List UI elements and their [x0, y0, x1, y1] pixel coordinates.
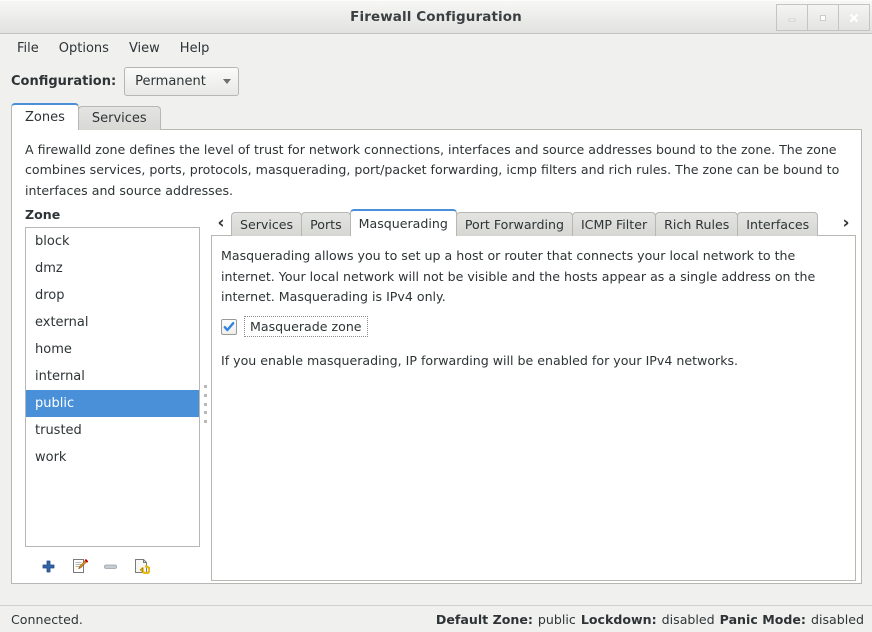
zone-item-trusted[interactable]: trusted: [26, 417, 199, 444]
zone-item-home[interactable]: home: [26, 336, 199, 363]
minimize-button[interactable]: [776, 4, 808, 31]
configuration-select[interactable]: Permanent: [124, 67, 239, 96]
tab-label: Masquerading: [359, 216, 448, 231]
zone-list-header: Zone: [25, 207, 200, 227]
tab-label: Rich Rules: [664, 217, 729, 232]
zone-item-drop[interactable]: drop: [26, 282, 199, 309]
menu-options[interactable]: Options: [50, 38, 118, 59]
zone-item-block[interactable]: block: [26, 228, 199, 255]
lockdown-value: disabled: [662, 612, 715, 627]
zone-item-work[interactable]: work: [26, 444, 199, 471]
tab-rich-rules[interactable]: Rich Rules: [655, 212, 738, 236]
zone-detail-pane: ‹ Services Ports Masquerading Port Forwa…: [211, 207, 856, 581]
menu-file[interactable]: File: [8, 38, 48, 59]
zone-list[interactable]: block dmz drop external home internal pu…: [25, 227, 200, 547]
zone-item-label: block: [35, 234, 70, 249]
status-summary: Default Zone: public Lockdown: disabled …: [436, 612, 864, 627]
zone-item-label: trusted: [35, 423, 82, 438]
tab-interfaces[interactable]: Interfaces: [737, 212, 818, 236]
configuration-row: Configuration: Permanent: [0, 62, 872, 100]
add-zone-button[interactable]: [39, 557, 58, 576]
connection-status: Connected.: [11, 612, 83, 627]
main-tabstrip: Zones Services: [11, 103, 862, 130]
edit-zone-button[interactable]: [70, 557, 89, 576]
zone-item-internal[interactable]: internal: [26, 363, 199, 390]
zones-split-pane: Zone block dmz drop external home intern…: [12, 207, 861, 581]
default-zone-value: public: [538, 612, 576, 627]
title-bar: Firewall Configuration: [0, 0, 872, 34]
zone-item-public[interactable]: public: [26, 390, 199, 417]
zones-panel: A firewalld zone defines the level of tr…: [11, 129, 862, 584]
zone-item-label: work: [35, 450, 66, 465]
panic-mode-value: disabled: [811, 612, 864, 627]
panic-mode-label: Panic Mode:: [720, 612, 806, 627]
zone-item-label: dmz: [35, 261, 63, 276]
menu-help[interactable]: Help: [171, 38, 219, 59]
firewall-configuration-window: Firewall Configuration File Options View…: [0, 0, 872, 632]
zone-item-label: external: [35, 315, 89, 330]
tab-label: ICMP Filter: [581, 217, 647, 232]
zone-item-external[interactable]: external: [26, 309, 199, 336]
tab-services-label: Services: [92, 111, 147, 126]
main-notebook: Zones Services A firewalld zone defines …: [11, 103, 862, 584]
window-controls: [777, 4, 870, 31]
menu-view[interactable]: View: [120, 38, 169, 59]
inner-tabs: Services Ports Masquerading Port Forward…: [231, 209, 836, 236]
lockdown-label: Lockdown:: [581, 612, 657, 627]
masquerading-description: Masquerading allows you to set up a host…: [221, 246, 843, 307]
tab-masquerading[interactable]: Masquerading: [350, 209, 457, 236]
splitter-grip: [204, 385, 207, 423]
zone-item-label: internal: [35, 369, 85, 384]
configuration-label: Configuration:: [11, 74, 116, 89]
tab-port-forwarding[interactable]: Port Forwarding: [456, 212, 573, 236]
tab-zones-label: Zones: [25, 110, 65, 125]
status-bar: Connected. Default Zone: public Lockdown…: [0, 605, 872, 632]
menu-bar: File Options View Help: [0, 34, 872, 62]
load-defaults-button[interactable]: [132, 557, 151, 576]
zone-item-label: drop: [35, 288, 65, 303]
zone-item-dmz[interactable]: dmz: [26, 255, 199, 282]
masquerade-zone-row[interactable]: Masquerade zone: [221, 316, 843, 337]
configuration-selected-value: Permanent: [135, 74, 206, 89]
default-zone-label: Default Zone:: [436, 612, 533, 627]
maximize-button[interactable]: [807, 4, 839, 31]
tab-label: Services: [240, 217, 293, 232]
masquerading-note: If you enable masquerading, IP forwardin…: [221, 342, 843, 368]
window-title: Firewall Configuration: [350, 9, 522, 25]
tab-label: Interfaces: [746, 217, 809, 232]
pane-splitter[interactable]: [200, 207, 211, 581]
tabs-scroll-left-icon[interactable]: ‹: [211, 210, 231, 236]
close-button[interactable]: [838, 4, 870, 31]
masquerade-zone-label[interactable]: Masquerade zone: [244, 316, 368, 337]
zone-item-label: public: [35, 396, 74, 411]
masquerade-zone-checkbox[interactable]: [221, 319, 237, 335]
zone-item-label: home: [35, 342, 72, 357]
chevron-down-icon: [223, 79, 231, 84]
masquerading-panel: Masquerading allows you to set up a host…: [211, 235, 856, 581]
tab-zones[interactable]: Zones: [11, 103, 79, 130]
tab-label: Port Forwarding: [465, 217, 564, 232]
tab-label: Ports: [310, 217, 342, 232]
tab-ports[interactable]: Ports: [301, 212, 351, 236]
tabs-scroll-right-icon[interactable]: ›: [836, 210, 856, 236]
tab-services[interactable]: Services: [78, 106, 161, 130]
remove-zone-button: [101, 557, 120, 576]
zone-description: A firewalld zone defines the level of tr…: [12, 130, 861, 207]
inner-tabstrip: ‹ Services Ports Masquerading Port Forwa…: [211, 209, 856, 236]
tab-services-inner[interactable]: Services: [231, 212, 302, 236]
tab-icmp-filter[interactable]: ICMP Filter: [572, 212, 656, 236]
check-icon: [223, 321, 235, 333]
zone-toolbar: [25, 547, 200, 581]
zone-list-pane: Zone block dmz drop external home intern…: [25, 207, 200, 581]
